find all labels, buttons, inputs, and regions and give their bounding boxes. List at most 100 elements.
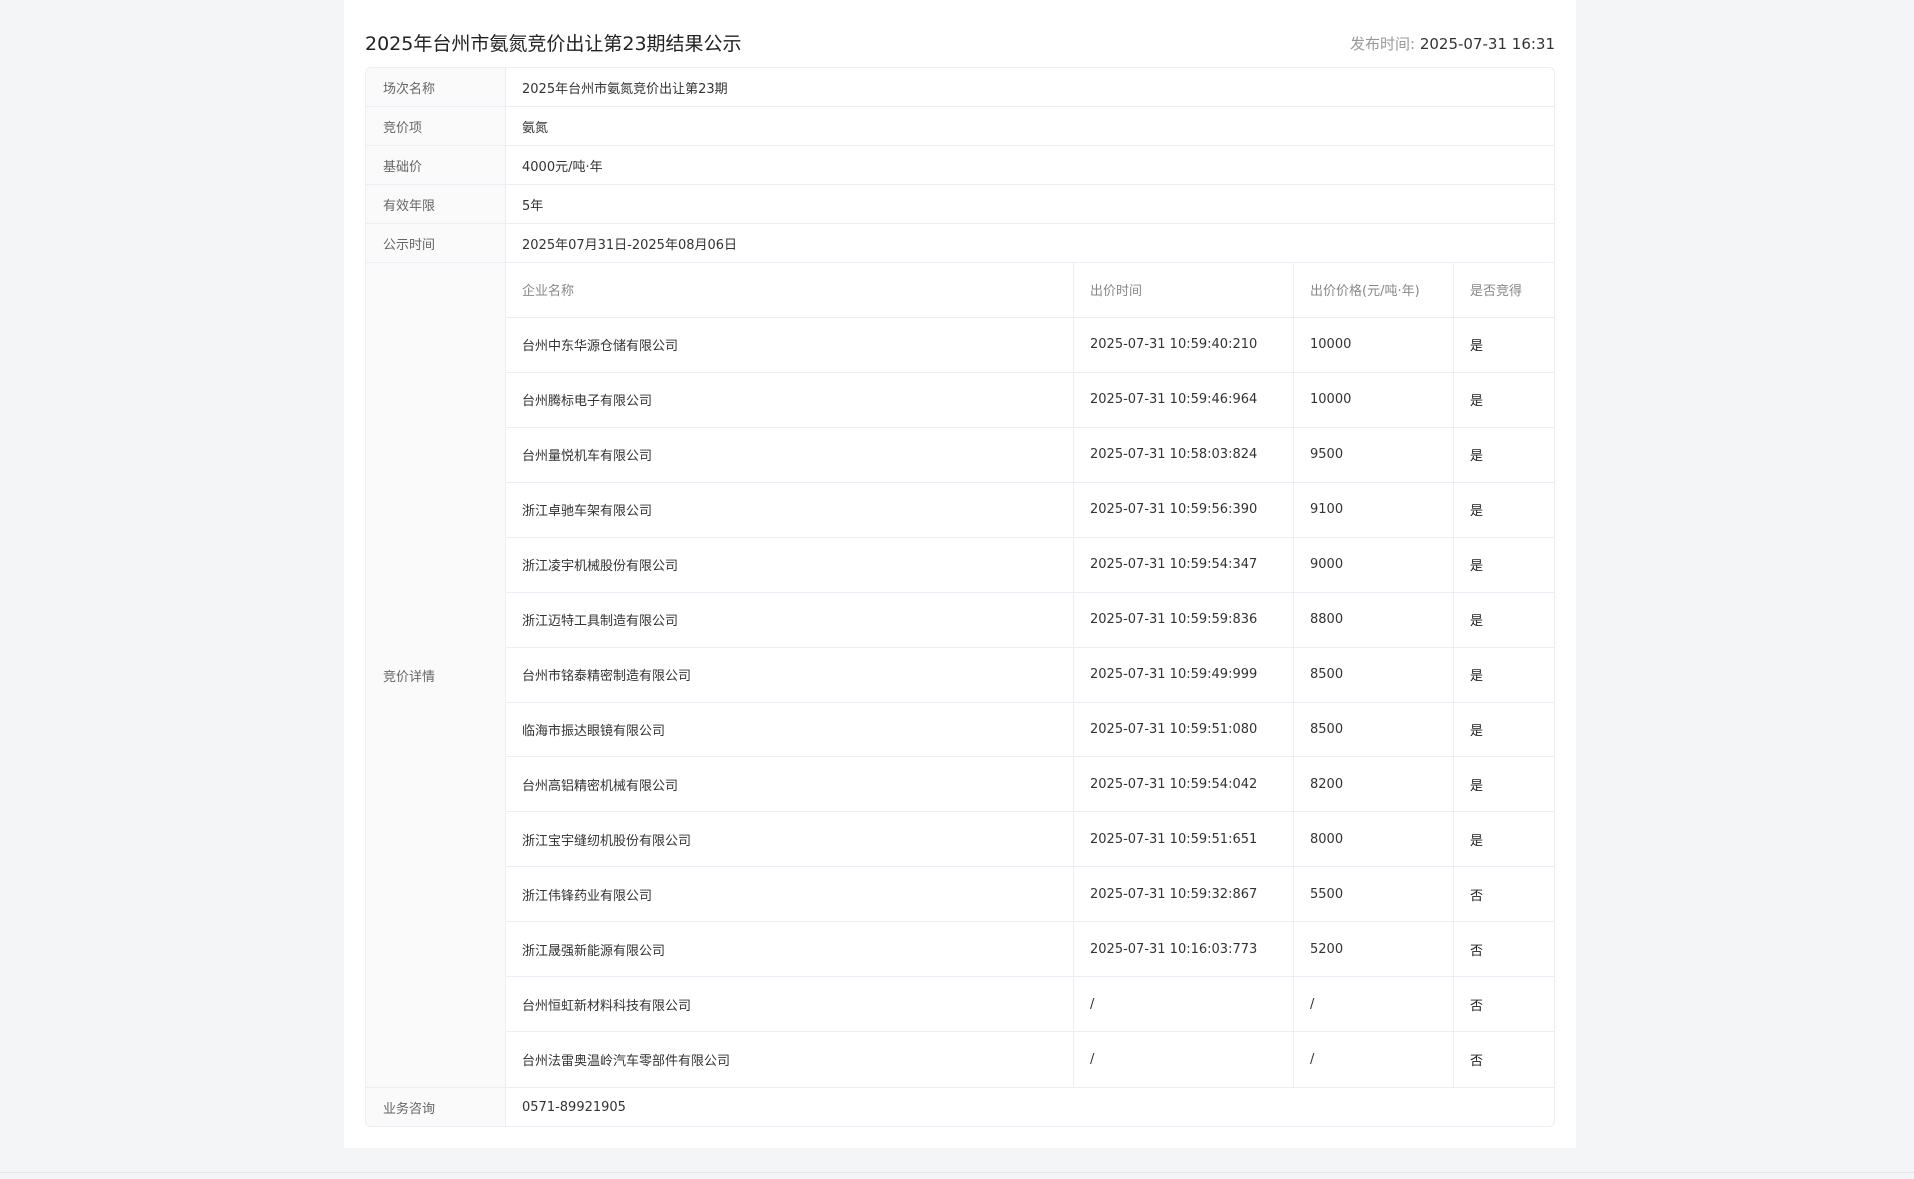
row-bid-details: 竞价详情 企业名称 出价时间 出价价格(元/吨·年) 是否竞得 台州中东华源仓储…	[366, 263, 1554, 1088]
validity-value: 5年	[522, 198, 544, 214]
won-status: 是	[1470, 614, 1484, 630]
bid-time: 2025-07-31 10:59:51:651	[1074, 812, 1294, 867]
page-title: 2025年台州市氨氮竞价出让第23期结果公示	[365, 33, 742, 55]
bid-time: 2025-07-31 10:16:03:773	[1074, 922, 1294, 977]
table-row: 台州腾标电子有限公司 2025-07-31 10:59:46:964 10000…	[506, 372, 1554, 428]
won-status: 是	[1470, 449, 1484, 465]
row-validity: 有效年限 5年	[366, 185, 1554, 224]
consultation-label: 业务咨询	[366, 1088, 506, 1126]
company-name: 浙江迈特工具制造有限公司	[506, 592, 1074, 647]
table-row: 台州法雷奥温岭汽车零部件有限公司 / / 否	[506, 1032, 1554, 1088]
bid-time: 2025-07-31 10:59:59:836	[1074, 592, 1294, 647]
publish-time: 发布时间: 2025-07-31 16:31	[1350, 30, 1555, 58]
publish-time-value: 2025-07-31 16:31	[1419, 35, 1555, 53]
bid-price: 8800	[1294, 592, 1454, 647]
table-row: 浙江迈特工具制造有限公司 2025-07-31 10:59:59:836 880…	[506, 592, 1554, 648]
bid-price: 5500	[1294, 867, 1454, 922]
bid-time: 2025-07-31 10:59:54:042	[1074, 757, 1294, 812]
bid-price: 9500	[1294, 427, 1454, 482]
row-item: 竞价项 氨氮	[366, 107, 1554, 146]
table-row: 浙江伟锋药业有限公司 2025-07-31 10:59:32:867 5500 …	[506, 867, 1554, 923]
table-row: 浙江卓驰车架有限公司 2025-07-31 10:59:56:390 9100 …	[506, 482, 1554, 538]
bid-price: 5200	[1294, 922, 1454, 977]
validity-label: 有效年限	[366, 185, 506, 223]
bid-price: 10000	[1294, 317, 1454, 372]
bid-price: 8500	[1294, 702, 1454, 757]
item-value: 氨氮	[522, 120, 549, 136]
won-status: 是	[1470, 559, 1484, 575]
bid-price: 8200	[1294, 757, 1454, 812]
consultation-phone[interactable]: 0571-89921905	[506, 1088, 1554, 1126]
company-name: 台州法雷奥温岭汽车零部件有限公司	[506, 1032, 1074, 1088]
bid-time: 2025-07-31 10:59:54:347	[1074, 537, 1294, 592]
won-status: 是	[1470, 669, 1484, 685]
won-status: 否	[1470, 998, 1484, 1014]
bid-time: 2025-07-31 10:58:03:824	[1074, 427, 1294, 482]
bid-price: 9000	[1294, 537, 1454, 592]
table-row: 台州市铭泰精密制造有限公司 2025-07-31 10:59:49:999 85…	[506, 647, 1554, 703]
bid-details-table: 企业名称 出价时间 出价价格(元/吨·年) 是否竞得 台州中东华源仓储有限公司 …	[506, 263, 1554, 1088]
bid-time: /	[1074, 1032, 1294, 1088]
won-status: 是	[1470, 504, 1484, 520]
table-row: 浙江凌宇机械股份有限公司 2025-07-31 10:59:54:347 900…	[506, 537, 1554, 593]
header-won: 是否竞得	[1470, 284, 1523, 300]
bid-time: 2025-07-31 10:59:40:210	[1074, 317, 1294, 372]
won-status: 否	[1470, 888, 1484, 904]
company-name: 台州高铝精密机械有限公司	[506, 757, 1074, 812]
session-label: 场次名称	[366, 68, 506, 106]
row-base-price: 基础价 4000元/吨·年	[366, 146, 1554, 185]
result-info-table: 场次名称 2025年台州市氨氮竞价出让第23期 竞价项 氨氮 基础价 4000元…	[365, 67, 1555, 1127]
bid-time: /	[1074, 977, 1294, 1032]
bid-time: 2025-07-31 10:59:49:999	[1074, 647, 1294, 702]
won-status: 是	[1470, 339, 1484, 355]
header-bid-time: 出价时间	[1074, 263, 1294, 317]
company-name: 浙江伟锋药业有限公司	[506, 867, 1074, 922]
won-status: 否	[1470, 943, 1484, 959]
base-price-label: 基础价	[366, 146, 506, 184]
company-name: 浙江晟强新能源有限公司	[506, 922, 1074, 977]
bid-time: 2025-07-31 10:59:46:964	[1074, 372, 1294, 427]
company-name: 临海市振达眼镜有限公司	[506, 702, 1074, 757]
company-name: 浙江卓驰车架有限公司	[506, 482, 1074, 537]
row-session: 场次名称 2025年台州市氨氮竞价出让第23期	[366, 68, 1554, 107]
bid-time: 2025-07-31 10:59:51:080	[1074, 702, 1294, 757]
won-status: 是	[1470, 394, 1484, 410]
bid-price: 9100	[1294, 482, 1454, 537]
publish-time-label: 发布时间:	[1350, 35, 1420, 53]
notice-period-value: 2025年07月31日-2025年08月06日	[522, 237, 738, 253]
company-name: 台州恒虹新材料科技有限公司	[506, 977, 1074, 1032]
bid-details-label: 竞价详情	[366, 263, 506, 1087]
won-status: 是	[1470, 833, 1484, 849]
table-row: 台州中东华源仓储有限公司 2025-07-31 10:59:40:210 100…	[506, 317, 1554, 373]
session-value: 2025年台州市氨氮竞价出让第23期	[522, 81, 728, 97]
header-company: 企业名称	[506, 263, 1074, 317]
item-label: 竞价项	[366, 107, 506, 145]
notice-period-label: 公示时间	[366, 224, 506, 262]
bid-table-header: 企业名称 出价时间 出价价格(元/吨·年) 是否竞得	[506, 263, 1554, 318]
bid-price: /	[1294, 977, 1454, 1032]
header-bid-price: 出价价格(元/吨·年)	[1294, 263, 1454, 317]
bid-price: 8000	[1294, 812, 1454, 867]
company-name: 浙江凌宇机械股份有限公司	[506, 537, 1074, 592]
bid-price: 8500	[1294, 647, 1454, 702]
announcement-panel: 2025年台州市氨氮竞价出让第23期结果公示 发布时间: 2025-07-31 …	[344, 0, 1576, 1148]
table-row: 台州量悦机车有限公司 2025-07-31 10:58:03:824 9500 …	[506, 427, 1554, 483]
bid-time: 2025-07-31 10:59:32:867	[1074, 867, 1294, 922]
row-notice-period: 公示时间 2025年07月31日-2025年08月06日	[366, 224, 1554, 263]
table-row: 台州恒虹新材料科技有限公司 / / 否	[506, 977, 1554, 1033]
row-consultation: 业务咨询 0571-89921905	[366, 1088, 1554, 1126]
table-row: 浙江晟强新能源有限公司 2025-07-31 10:16:03:773 5200…	[506, 922, 1554, 978]
bid-price: /	[1294, 1032, 1454, 1088]
title-row: 2025年台州市氨氮竞价出让第23期结果公示 发布时间: 2025-07-31 …	[365, 30, 1555, 58]
won-status: 否	[1470, 1054, 1484, 1070]
bid-price: 10000	[1294, 372, 1454, 427]
table-row: 浙江宝宇缝纫机股份有限公司 2025-07-31 10:59:51:651 80…	[506, 812, 1554, 868]
table-row: 台州高铝精密机械有限公司 2025-07-31 10:59:54:042 820…	[506, 757, 1554, 813]
company-name: 台州量悦机车有限公司	[506, 427, 1074, 482]
company-name: 台州中东华源仓储有限公司	[506, 317, 1074, 372]
won-status: 是	[1470, 723, 1484, 739]
base-price-value: 4000元/吨·年	[522, 159, 603, 175]
table-row: 临海市振达眼镜有限公司 2025-07-31 10:59:51:080 8500…	[506, 702, 1554, 758]
bid-time: 2025-07-31 10:59:56:390	[1074, 482, 1294, 537]
company-name: 台州腾标电子有限公司	[506, 372, 1074, 427]
